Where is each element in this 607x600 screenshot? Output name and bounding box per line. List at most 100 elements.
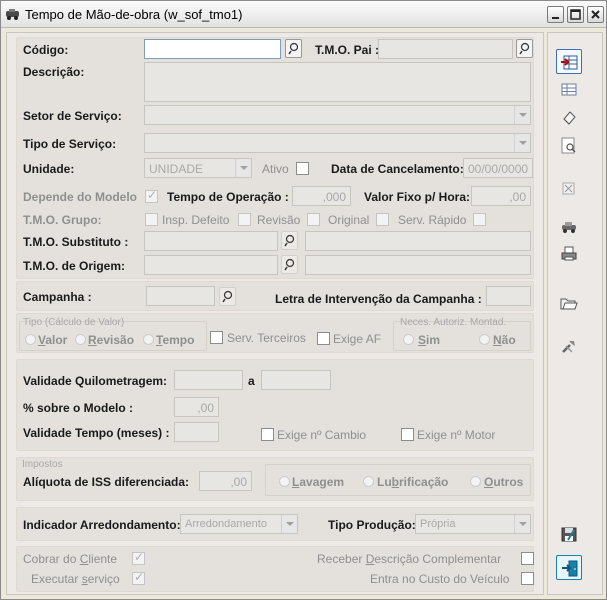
tmo-window: Tempo de Mão-de-obra (w_sof_tmo1) Código… xyxy=(0,0,607,600)
radio-sim[interactable] xyxy=(403,334,414,345)
letra-intervencao-input[interactable] xyxy=(486,286,531,306)
validade-km-from-input[interactable] xyxy=(174,370,243,390)
tmo-pai-input[interactable] xyxy=(378,39,513,59)
validade-km-to-input[interactable] xyxy=(261,370,331,390)
insp-defeito-label: Insp. Defeito xyxy=(162,213,230,227)
campanha-input[interactable] xyxy=(146,286,215,306)
codigo-lookup-button[interactable] xyxy=(285,39,302,58)
indicador-arredondamento-select[interactable]: Arredondamento xyxy=(180,514,298,534)
radio-lavagem[interactable] xyxy=(279,476,290,487)
original-label: Original xyxy=(328,213,370,227)
lookup-icon xyxy=(288,42,299,55)
data-cancelamento-label: Data de Cancelamento: xyxy=(331,162,464,176)
codigo-input[interactable] xyxy=(144,39,281,59)
radio-tempo[interactable] xyxy=(143,334,154,345)
window-title: Tempo de Mão-de-obra (w_sof_tmo1) xyxy=(25,7,243,22)
lookup-icon xyxy=(222,290,233,303)
preview-button[interactable] xyxy=(556,133,582,158)
insp-defeito-checkbox[interactable] xyxy=(238,213,251,226)
minimize-button[interactable] xyxy=(547,6,564,23)
insert-button[interactable] xyxy=(556,49,582,74)
descricao-textarea[interactable] xyxy=(144,62,531,102)
data-cancelamento-input[interactable]: 00/00/0000 xyxy=(463,158,533,178)
radio-sim-label: Sim xyxy=(418,333,441,347)
retrieve-button[interactable] xyxy=(556,176,582,201)
radio-valor[interactable] xyxy=(25,334,36,345)
depende-modelo-checkbox[interactable] xyxy=(145,188,158,203)
revisao-checkbox[interactable] xyxy=(307,213,320,226)
tempo-operacao-input[interactable]: ,000 xyxy=(292,186,351,206)
tmo-pai-lookup-button[interactable] xyxy=(516,39,533,58)
serv-rapido-checkbox[interactable] xyxy=(473,213,486,226)
tipo-producao-label: Tipo Produção: xyxy=(328,518,416,532)
tmo-origem-desc xyxy=(305,255,531,275)
exige-af-checkbox[interactable] xyxy=(317,332,330,345)
radio-revisao[interactable] xyxy=(75,334,86,345)
lookup-icon xyxy=(284,234,295,247)
tipo-producao-select[interactable]: Própria xyxy=(415,514,531,534)
indicador-arredondamento-label: Indicador Arredondamento: xyxy=(23,518,181,532)
clear-button[interactable] xyxy=(556,105,582,130)
impostos-caption: Impostos xyxy=(22,459,63,470)
tmo-origem-input[interactable] xyxy=(144,255,278,275)
maximize-button[interactable] xyxy=(567,6,584,23)
radio-nao[interactable] xyxy=(479,334,490,345)
tmo-origem-label: T.M.O. de Origem: xyxy=(23,259,126,273)
executar-servico-label: Executar serviço xyxy=(31,572,120,586)
tmo-substituto-input[interactable] xyxy=(144,231,278,251)
original-checkbox[interactable] xyxy=(376,213,389,226)
ativo-checkbox[interactable] xyxy=(296,162,309,175)
open-button[interactable] xyxy=(556,291,582,316)
pct-modelo-input[interactable]: ,00 xyxy=(174,397,219,417)
save-disk-icon xyxy=(561,527,577,542)
arredondamento-section: Indicador Arredondamento: Arredondamento… xyxy=(16,507,534,541)
neces-autoriz-caption: Neces. Autoriz. Montad. xyxy=(400,317,507,328)
validade-tempo-input[interactable] xyxy=(174,422,219,442)
setor-servico-select[interactable] xyxy=(144,105,531,125)
executar-servico-checkbox[interactable] xyxy=(132,570,145,585)
radio-tempo-label: Tempo xyxy=(156,333,195,347)
unidade-select[interactable]: UNIDADE xyxy=(144,158,252,178)
unidade-value: UNIDADE xyxy=(149,162,204,176)
campanha-lookup-button[interactable] xyxy=(219,287,236,306)
side-toolbar xyxy=(547,32,603,595)
eraser-icon xyxy=(563,111,576,125)
radio-outros[interactable] xyxy=(470,476,481,487)
save-button[interactable] xyxy=(556,522,582,547)
tmo-origem-lookup-button[interactable] xyxy=(281,255,298,274)
serv-terceiros-checkbox[interactable] xyxy=(210,331,223,344)
tipo-servico-select[interactable] xyxy=(144,133,531,153)
entra-custo-checkbox[interactable] xyxy=(521,572,534,585)
cobrar-cliente-label: Cobrar do Cliente xyxy=(23,552,118,566)
cobrar-cliente-checkbox[interactable] xyxy=(132,550,145,565)
chevron-down-icon xyxy=(514,515,530,533)
valor-fixo-hora-input[interactable]: ,00 xyxy=(471,186,531,206)
radio-revisao-label: Revisão xyxy=(88,333,135,347)
tipo-servico-label: Tipo de Serviço: xyxy=(23,137,117,151)
tmo-substituto-lookup-button[interactable] xyxy=(281,231,298,250)
serv-rapido-label: Serv. Rápido xyxy=(398,213,467,227)
exige-motor-checkbox[interactable] xyxy=(401,428,414,441)
maximize-icon xyxy=(570,9,581,20)
exige-cambio-checkbox[interactable] xyxy=(261,428,274,441)
descricao-label: Descrição: xyxy=(23,65,85,79)
print-button[interactable] xyxy=(556,241,582,266)
table-icon xyxy=(561,83,577,96)
vehicle-button[interactable] xyxy=(556,215,582,240)
tools-button[interactable] xyxy=(556,334,582,359)
general-section: Código: T.M.O. Pai : Descrição: Setor de… xyxy=(16,37,534,279)
entra-custo-label: Entra no Custo do Veículo xyxy=(370,572,510,586)
tmo-grupo-checkbox[interactable] xyxy=(145,213,158,226)
tipo-section: Tipo (Cálculo de Valor) Valor Revisão Te… xyxy=(16,313,534,353)
radio-lubrificacao-label: Lubrificação xyxy=(377,475,449,489)
grid-button[interactable] xyxy=(556,77,582,102)
close-button[interactable] xyxy=(587,6,604,23)
receber-descricao-checkbox[interactable] xyxy=(521,552,534,565)
preview-icon xyxy=(561,137,576,154)
setor-servico-label: Setor de Serviço: xyxy=(23,109,122,123)
aliquota-iss-input[interactable]: ,00 xyxy=(199,471,252,491)
exit-button[interactable] xyxy=(556,555,582,580)
tempo-operacao-label: Tempo de Operação : xyxy=(167,190,289,204)
chevron-down-icon xyxy=(514,134,530,152)
radio-lubrificacao[interactable] xyxy=(363,476,374,487)
